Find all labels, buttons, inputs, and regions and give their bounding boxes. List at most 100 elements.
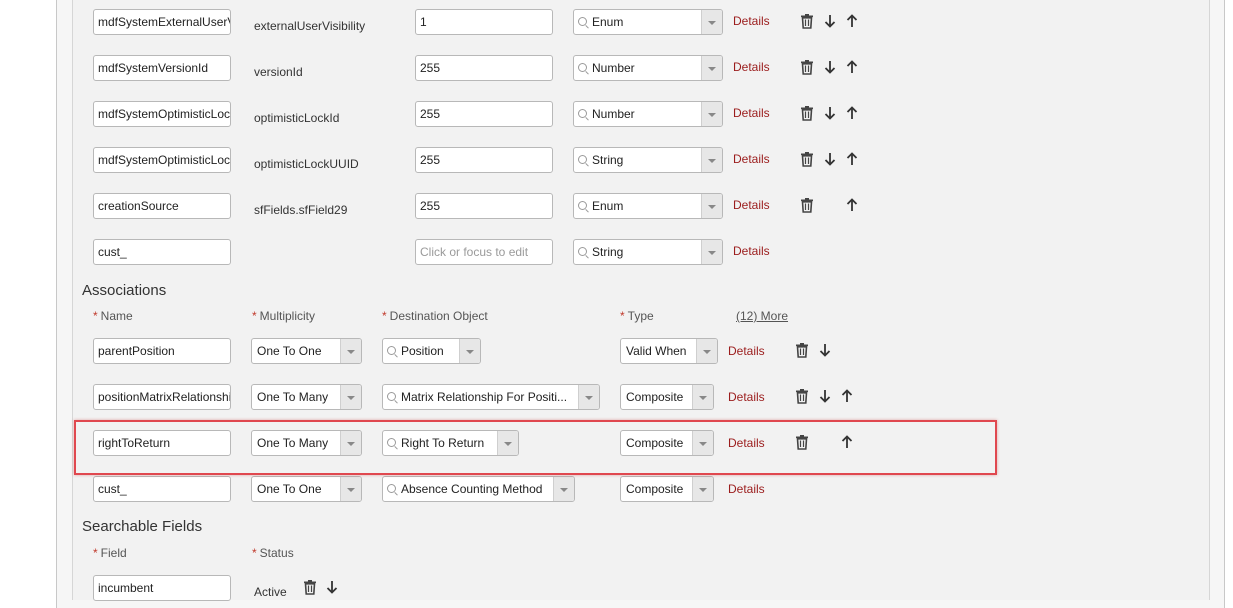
field-name-input[interactable]: mdfSystemExternalUserVisibility [93, 9, 231, 35]
data-type-select[interactable]: Number [573, 55, 723, 81]
details-link[interactable]: Details [733, 14, 770, 28]
select-value: Composite [626, 390, 684, 404]
select-value: String [592, 245, 624, 259]
chevron-down-icon[interactable] [340, 477, 361, 501]
trash-icon[interactable] [794, 388, 810, 404]
data-type-select[interactable]: String [573, 147, 723, 173]
chevron-down-icon[interactable] [696, 339, 717, 363]
data-type-select[interactable]: Enum [573, 193, 723, 219]
details-link[interactable]: Details [733, 60, 770, 74]
data-type-select[interactable]: Enum [573, 9, 723, 35]
chevron-down-icon[interactable] [340, 385, 361, 409]
chevron-down-icon[interactable] [701, 56, 722, 80]
arrow-down-icon[interactable] [817, 388, 833, 404]
database-field-name: versionId [254, 65, 303, 79]
trash-icon[interactable] [302, 579, 318, 595]
field-name-input[interactable]: mdfSystemVersionId [93, 55, 231, 81]
max-length-input[interactable]: 255 [415, 193, 553, 219]
max-length-input[interactable]: 255 [415, 55, 553, 81]
select-value: Absence Counting Method [401, 482, 543, 496]
details-link[interactable]: Details [728, 344, 765, 358]
destination-object-select[interactable]: Position [382, 338, 481, 364]
field-name-input[interactable]: mdfSystemOptimisticLockUUID [93, 147, 231, 173]
multiplicity-select[interactable]: One To Many [251, 384, 362, 410]
destination-object-select[interactable]: Absence Counting Method [382, 476, 575, 502]
search-icon [578, 247, 587, 256]
trash-icon[interactable] [799, 59, 815, 75]
details-link[interactable]: Details [733, 152, 770, 166]
required-marker: * [620, 309, 625, 323]
select-value: Composite [626, 482, 684, 496]
searchable-field-input[interactable]: incumbent [93, 575, 231, 601]
column-header-type: * Type [620, 309, 654, 323]
max-length-input[interactable]: 255 [415, 101, 553, 127]
arrow-up-icon[interactable] [844, 197, 860, 213]
data-type-select[interactable]: String [573, 239, 723, 265]
chevron-down-icon[interactable] [701, 240, 722, 264]
select-value: One To Many [257, 390, 329, 404]
column-header-label: Type [627, 309, 654, 323]
details-link[interactable]: Details [733, 198, 770, 212]
multiplicity-select[interactable]: One To One [251, 338, 362, 364]
select-value: Matrix Relationship For Positi... [401, 390, 568, 404]
chevron-down-icon[interactable] [701, 102, 722, 126]
arrow-up-icon[interactable] [844, 151, 860, 167]
select-value: Valid When [626, 344, 687, 358]
search-icon [387, 346, 396, 355]
search-icon [578, 17, 587, 26]
multiplicity-select[interactable]: One To One [251, 476, 362, 502]
search-icon [578, 109, 587, 118]
searchable-field-status: Active [254, 585, 287, 599]
chevron-down-icon[interactable] [701, 194, 722, 218]
chevron-down-icon[interactable] [553, 477, 574, 501]
arrow-down-icon[interactable] [822, 59, 838, 75]
select-value: Enum [592, 15, 624, 29]
chevron-down-icon[interactable] [340, 339, 361, 363]
arrow-down-icon[interactable] [324, 579, 340, 595]
max-length-input[interactable]: 1 [415, 9, 553, 35]
chevron-down-icon[interactable] [692, 477, 713, 501]
chevron-down-icon[interactable] [701, 148, 722, 172]
column-header-label: Multiplicity [259, 309, 316, 323]
arrow-up-icon[interactable] [844, 59, 860, 75]
details-link[interactable]: Details [728, 390, 765, 404]
field-name-input[interactable]: creationSource [93, 193, 231, 219]
search-icon [387, 484, 396, 493]
required-marker: * [252, 309, 257, 323]
search-icon [578, 63, 587, 72]
association-name-input[interactable]: positionMatrixRelationship [93, 384, 231, 410]
chevron-down-icon[interactable] [692, 385, 713, 409]
chevron-down-icon[interactable] [701, 10, 722, 34]
trash-icon[interactable] [794, 342, 810, 358]
trash-icon[interactable] [799, 13, 815, 29]
arrow-down-icon[interactable] [822, 105, 838, 121]
search-icon [578, 155, 587, 164]
arrow-down-icon[interactable] [822, 13, 838, 29]
arrow-up-icon[interactable] [844, 13, 860, 29]
chevron-down-icon[interactable] [459, 339, 480, 363]
arrow-down-icon[interactable] [822, 151, 838, 167]
details-link[interactable]: Details [733, 244, 770, 258]
more-columns-link[interactable]: (12) More [736, 309, 788, 323]
trash-icon[interactable] [799, 105, 815, 121]
destination-object-select[interactable]: Matrix Relationship For Positi... [382, 384, 600, 410]
field-name-input[interactable]: cust_ [93, 239, 231, 265]
field-name-input[interactable]: mdfSystemOptimisticLockId [93, 101, 231, 127]
arrow-up-icon[interactable] [839, 388, 855, 404]
trash-icon[interactable] [799, 151, 815, 167]
association-name-input[interactable]: cust_ [93, 476, 231, 502]
max-length-input[interactable]: 255 [415, 147, 553, 173]
arrow-up-icon[interactable] [844, 105, 860, 121]
column-header-status: * Status [252, 546, 294, 560]
details-link[interactable]: Details [733, 106, 770, 120]
data-type-select[interactable]: Number [573, 101, 723, 127]
arrow-down-icon[interactable] [817, 342, 833, 358]
trash-icon[interactable] [799, 197, 815, 213]
association-type-select[interactable]: Composite [620, 476, 714, 502]
max-length-input[interactable]: Click or focus to edit [415, 239, 553, 265]
association-type-select[interactable]: Valid When [620, 338, 718, 364]
chevron-down-icon[interactable] [578, 385, 599, 409]
association-name-input[interactable]: parentPosition [93, 338, 231, 364]
association-type-select[interactable]: Composite [620, 384, 714, 410]
details-link[interactable]: Details [728, 482, 765, 496]
